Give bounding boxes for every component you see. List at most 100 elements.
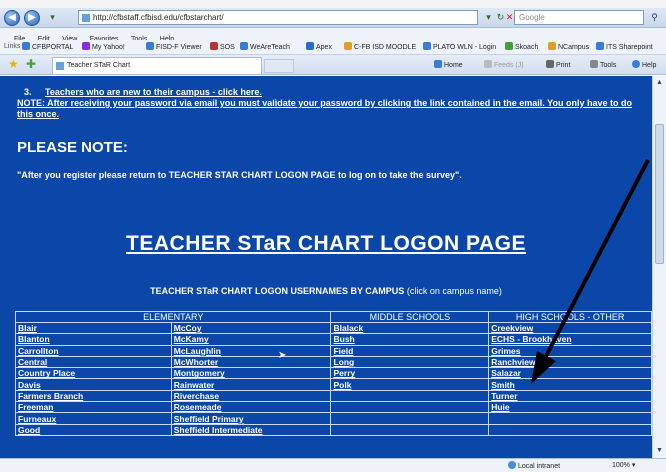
campus-link-elementary[interactable]: Sheffield Primary: [170, 412, 332, 425]
address-input[interactable]: http://cfbstaff.cfbisd.edu/cfbstarchart/: [78, 10, 478, 25]
table-row: Furneaux Sheffield Primary: [15, 412, 652, 425]
ie-page-icon: [423, 42, 431, 50]
campus-link-high-school[interactable]: Turner: [488, 389, 652, 403]
campus-link-high-school[interactable]: ECHS - Brookhaven: [488, 333, 652, 346]
link-label: CFBPORTAL: [32, 44, 74, 51]
zoom-level[interactable]: 100% ▾: [612, 461, 635, 469]
tools-button[interactable]: Tools: [590, 60, 616, 71]
campus-link-elementary[interactable]: Country Place: [15, 367, 172, 380]
home-button[interactable]: Home: [434, 60, 463, 71]
print-button[interactable]: Print: [546, 60, 570, 71]
campus-link-elementary[interactable]: Blanton: [15, 333, 172, 346]
campus-link-middle-school[interactable]: Blalack: [330, 321, 490, 335]
campus-link-high-school[interactable]: Salazar: [488, 367, 652, 380]
scroll-up-icon[interactable]: ▲: [655, 78, 664, 88]
campus-link-elementary[interactable]: Rosemeade: [170, 401, 332, 414]
zoom-label: 100%: [612, 462, 630, 469]
header-middle-schools: MIDDLE SCHOOLS: [330, 311, 490, 323]
scroll-down-icon[interactable]: ▼: [655, 446, 664, 456]
campus-link-high-school[interactable]: Creekview: [488, 321, 652, 335]
campus-link-middle-school[interactable]: Field: [330, 344, 490, 357]
ie-page-icon: [596, 42, 604, 50]
campus-link-elementary[interactable]: Freeman: [15, 401, 172, 414]
register-message: "After you register please return to TEA…: [17, 170, 462, 180]
link-apex[interactable]: Apex: [306, 42, 332, 53]
feeds-button[interactable]: Feeds (J): [484, 60, 524, 71]
help-button[interactable]: Help: [632, 60, 656, 71]
page-scrollbar[interactable]: ▲ ▼: [652, 76, 666, 458]
back-icon[interactable]: ◀: [4, 10, 20, 26]
table-row: Central McWhorter Long Ranchview: [15, 355, 652, 369]
link-label: Skoach: [515, 44, 539, 51]
campus-link-elementary[interactable]: McLaughlin: [170, 344, 332, 357]
feeds-label: Feeds (J): [494, 62, 524, 69]
table-row: Freeman Rosemeade Huie: [15, 401, 652, 414]
empty-cell: [330, 401, 490, 414]
campus-link-elementary[interactable]: Carrollton: [15, 344, 172, 357]
header-elementary: ELEMENTARY: [14, 311, 332, 323]
intranet-icon: [508, 461, 516, 469]
tab-title: Teacher STaR Chart: [67, 62, 131, 69]
campus-link-high-school[interactable]: Huie: [488, 401, 652, 414]
scroll-thumb[interactable]: [655, 124, 664, 264]
campus-link-middle-school[interactable]: Perry: [330, 367, 490, 380]
link-label: C-FB ISD MOODLE: [354, 44, 417, 51]
link-skoach[interactable]: Skoach: [505, 42, 538, 53]
link-fisd-viewer[interactable]: FISD-F Viewer: [146, 42, 202, 53]
campus-link-middle-school[interactable]: Long: [330, 355, 490, 369]
feeds-icon: [484, 60, 492, 68]
campus-link-elementary[interactable]: McCoy: [170, 321, 332, 335]
link-moodle[interactable]: C-FB ISD MOODLE: [344, 42, 416, 53]
table-row: Good Sheffield Intermediate: [15, 423, 652, 436]
ie-page-icon: [146, 42, 154, 50]
link-weareteach[interactable]: WeAreTeach: [240, 42, 290, 53]
campus-link-elementary[interactable]: Rainwater: [170, 378, 332, 391]
page-icon: [82, 14, 90, 22]
add-favorites-icon[interactable]: ✚: [26, 58, 36, 71]
campus-link-high-school[interactable]: Ranchview: [488, 355, 652, 369]
link-its-sharepoint[interactable]: ITS Sharepoint: [596, 42, 653, 53]
favorites-star-icon[interactable]: ★: [8, 58, 19, 71]
new-tab-button[interactable]: [264, 59, 294, 73]
empty-cell: [330, 423, 490, 436]
security-zone: Local intranet: [508, 461, 560, 470]
menu-bar: File Edit View Favorites Tools Help: [0, 28, 666, 43]
campus-link-elementary[interactable]: Farmers Branch: [15, 389, 172, 403]
link-label: FISD-F Viewer: [156, 44, 202, 51]
link-label: WeAreTeach: [250, 44, 290, 51]
link-label: NCampus: [558, 44, 590, 51]
search-input[interactable]: Google: [514, 10, 644, 25]
tools-label: Tools: [600, 62, 617, 69]
link-ncampus[interactable]: NCampus: [548, 42, 589, 53]
link-label: PLATO WLN - Login: [433, 44, 497, 51]
link-my-yahoo[interactable]: My Yahoo!: [82, 42, 125, 53]
campus-link-elementary[interactable]: Montgomery: [170, 367, 332, 380]
campus-link-elementary[interactable]: McWhorter: [170, 355, 332, 369]
campus-link-high-school[interactable]: Smith: [488, 378, 652, 391]
campus-link-elementary[interactable]: Good: [15, 423, 172, 436]
campus-link-elementary[interactable]: Sheffield Intermediate: [170, 423, 332, 436]
campus-link-elementary[interactable]: McKamy: [170, 333, 332, 346]
forward-icon[interactable]: ▶: [24, 10, 40, 26]
campus-link-elementary[interactable]: Furneaux: [15, 412, 172, 425]
campus-link-middle-school[interactable]: Polk: [330, 378, 490, 391]
link-label: Apex: [316, 44, 332, 51]
campus-link-elementary[interactable]: Riverchase: [170, 389, 332, 403]
campus-link-elementary[interactable]: Blair: [15, 321, 172, 335]
campus-link-elementary[interactable]: Central: [15, 355, 172, 369]
campus-link-elementary[interactable]: Davis: [15, 378, 172, 391]
link-cfbportal[interactable]: CFBPORTAL: [22, 42, 73, 53]
status-bar: Local intranet 100% ▾: [0, 458, 666, 472]
help-icon: [632, 60, 640, 68]
page-title: TEACHER STaR CHART LOGON PAGE: [126, 232, 526, 255]
campus-link-middle-school[interactable]: Bush: [330, 333, 490, 346]
subtitle-text: TEACHER STaR CHART LOGON USERNAMES BY CA…: [150, 286, 405, 296]
page-icon: [56, 62, 64, 70]
history-dropdown-icon[interactable]: ▾: [46, 11, 59, 24]
link-sos[interactable]: SOS: [210, 42, 235, 53]
tab-teacher-star-chart[interactable]: Teacher STaR Chart: [52, 57, 262, 74]
search-icon[interactable]: ⚲: [648, 11, 661, 24]
link-plato[interactable]: PLATO WLN - Login: [423, 42, 496, 53]
new-teacher-link[interactable]: Teachers who are new to their campus - c…: [45, 87, 262, 97]
campus-link-high-school[interactable]: Grimes: [488, 344, 652, 357]
